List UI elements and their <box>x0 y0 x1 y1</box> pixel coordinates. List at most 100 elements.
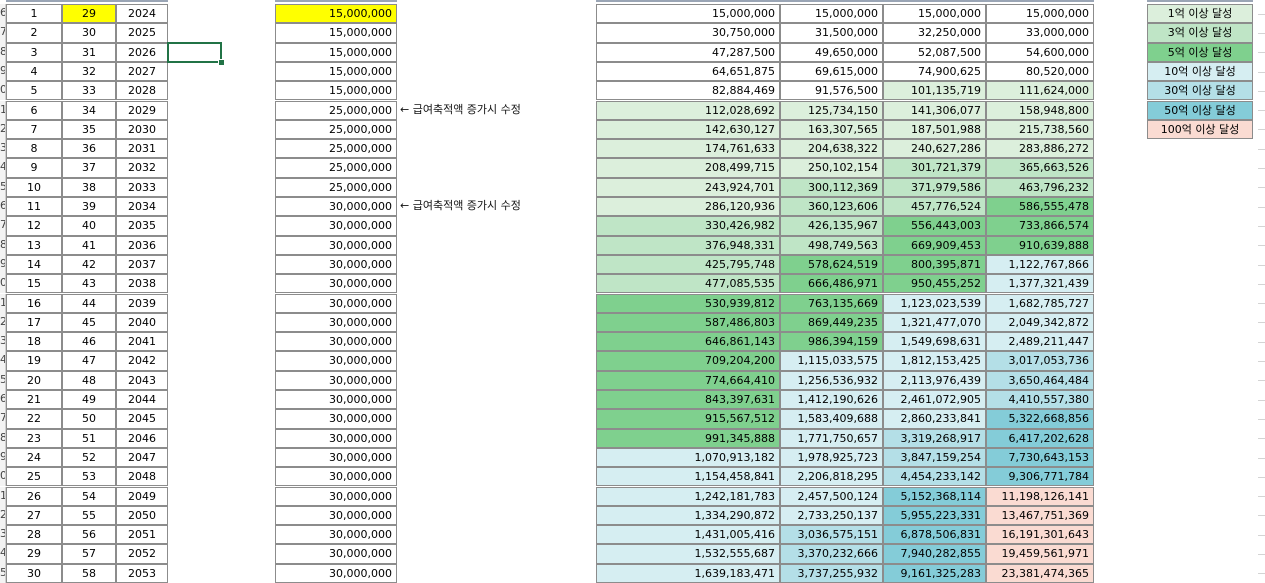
cell-age[interactable]: 48 <box>62 370 116 390</box>
cell-a[interactable]: 208,499,715 <box>596 158 780 178</box>
cell-c[interactable]: 1,123,023,539 <box>883 293 986 313</box>
cell-d[interactable]: 3,017,053,736 <box>986 351 1094 371</box>
cell-n[interactable]: 12 <box>6 216 62 236</box>
cell-year[interactable]: 2038 <box>116 274 168 294</box>
cell-d[interactable]: 23,381,474,365 <box>986 563 1094 583</box>
cell-amount[interactable]: 30,000,000 <box>275 274 397 294</box>
cell-age[interactable]: 47 <box>62 351 116 371</box>
cell-age[interactable]: 44 <box>62 293 116 313</box>
cell-year[interactable]: 2029 <box>116 100 168 120</box>
cell-amount[interactable]: 30,000,000 <box>275 293 397 313</box>
cell-d[interactable]: 111,624,000 <box>986 81 1094 101</box>
cell-a[interactable]: 142,630,127 <box>596 119 780 140</box>
cell-n[interactable]: 20 <box>6 370 62 390</box>
cell-n[interactable]: 2 <box>6 23 62 43</box>
cell-n[interactable]: 9 <box>6 158 62 178</box>
cell-amount[interactable]: 25,000,000 <box>275 139 397 159</box>
cell-n[interactable]: 30 <box>6 563 62 583</box>
cell-age[interactable]: 46 <box>62 332 116 352</box>
cell-a[interactable]: 587,486,803 <box>596 312 780 333</box>
cell-n[interactable]: 5 <box>6 81 62 101</box>
cell-d[interactable]: 80,520,000 <box>986 61 1094 82</box>
cell-age[interactable]: 29 <box>62 4 116 24</box>
cell-c[interactable]: 2,860,233,841 <box>883 409 986 429</box>
cell-age[interactable]: 37 <box>62 158 116 178</box>
cell-age[interactable]: 53 <box>62 467 116 487</box>
cell-amount[interactable]: 30,000,000 <box>275 216 397 236</box>
cell-amount[interactable]: 15,000,000 <box>275 81 397 101</box>
cell-d[interactable]: 5,322,668,856 <box>986 409 1094 429</box>
cell-n[interactable]: 7 <box>6 119 62 140</box>
cell-year[interactable]: 2044 <box>116 390 168 410</box>
cell-a[interactable]: 286,120,936 <box>596 197 780 217</box>
cell-age[interactable]: 34 <box>62 100 116 120</box>
cell-b[interactable]: 31,500,000 <box>780 23 883 43</box>
cell-n[interactable]: 6 <box>6 100 62 120</box>
cell-year[interactable]: 2040 <box>116 312 168 333</box>
cell-n[interactable]: 4 <box>6 61 62 82</box>
cell-d[interactable]: 9,306,771,784 <box>986 467 1094 487</box>
cell-age[interactable]: 39 <box>62 197 116 217</box>
cell-b[interactable]: 3,370,232,666 <box>780 544 883 564</box>
cell-year[interactable]: 2042 <box>116 351 168 371</box>
cell-n[interactable]: 19 <box>6 351 62 371</box>
cell-d[interactable]: 19,459,561,971 <box>986 544 1094 564</box>
cell-d[interactable]: 463,796,232 <box>986 177 1094 197</box>
cell-n[interactable]: 1 <box>6 4 62 24</box>
cell-age[interactable]: 38 <box>62 177 116 197</box>
cell-year[interactable]: 2046 <box>116 428 168 448</box>
cell-d[interactable]: 15,000,000 <box>986 4 1094 24</box>
cell-c[interactable]: 101,135,719 <box>883 81 986 101</box>
cell-year[interactable]: 2053 <box>116 563 168 583</box>
cell-year[interactable]: 2033 <box>116 177 168 197</box>
cell-n[interactable]: 24 <box>6 447 62 468</box>
cell-c[interactable]: 371,979,586 <box>883 177 986 197</box>
cell-a[interactable]: 174,761,633 <box>596 139 780 159</box>
cell-d[interactable]: 586,555,478 <box>986 197 1094 217</box>
cell-c[interactable]: 187,501,988 <box>883 119 986 140</box>
cell-d[interactable]: 215,738,560 <box>986 119 1094 140</box>
cell-age[interactable]: 51 <box>62 428 116 448</box>
cell-a[interactable]: 1,154,458,841 <box>596 467 780 487</box>
cell-d[interactable]: 2,489,211,447 <box>986 332 1094 352</box>
cell-d[interactable]: 283,886,272 <box>986 139 1094 159</box>
cell-b[interactable]: 986,394,159 <box>780 332 883 352</box>
cell-c[interactable]: 32,250,000 <box>883 23 986 43</box>
cell-amount[interactable]: 30,000,000 <box>275 312 397 333</box>
cell-b[interactable]: 49,650,000 <box>780 42 883 62</box>
cell-b[interactable]: 3,737,255,932 <box>780 563 883 583</box>
cell-year[interactable]: 2039 <box>116 293 168 313</box>
cell-a[interactable]: 15,000,000 <box>596 4 780 24</box>
cell-a[interactable]: 243,924,701 <box>596 177 780 197</box>
cell-d[interactable]: 3,650,464,484 <box>986 370 1094 390</box>
cell-c[interactable]: 3,847,159,254 <box>883 447 986 468</box>
cell-d[interactable]: 1,122,767,866 <box>986 254 1094 275</box>
cell-age[interactable]: 43 <box>62 274 116 294</box>
cell-a[interactable]: 1,639,183,471 <box>596 563 780 583</box>
cell-a[interactable]: 47,287,500 <box>596 42 780 62</box>
cell-n[interactable]: 16 <box>6 293 62 313</box>
cell-c[interactable]: 15,000,000 <box>883 4 986 24</box>
cell-year[interactable]: 2024 <box>116 4 168 24</box>
cell-b[interactable]: 300,112,369 <box>780 177 883 197</box>
cell-n[interactable]: 8 <box>6 139 62 159</box>
cell-n[interactable]: 10 <box>6 177 62 197</box>
cell-c[interactable]: 7,940,282,855 <box>883 544 986 564</box>
cell-year[interactable]: 2031 <box>116 139 168 159</box>
cell-age[interactable]: 52 <box>62 447 116 468</box>
cell-n[interactable]: 14 <box>6 254 62 275</box>
cell-amount[interactable]: 30,000,000 <box>275 486 397 506</box>
cell-b[interactable]: 163,307,565 <box>780 119 883 140</box>
cell-age[interactable]: 49 <box>62 390 116 410</box>
cell-c[interactable]: 800,395,871 <box>883 254 986 275</box>
cell-b[interactable]: 498,749,563 <box>780 235 883 255</box>
cell-year[interactable]: 2030 <box>116 119 168 140</box>
cell-d[interactable]: 6,417,202,628 <box>986 428 1094 448</box>
cell-b[interactable]: 666,486,971 <box>780 274 883 294</box>
cell-n[interactable]: 22 <box>6 409 62 429</box>
cell-year[interactable]: 2036 <box>116 235 168 255</box>
cell-b[interactable]: 360,123,606 <box>780 197 883 217</box>
cell-a[interactable]: 425,795,748 <box>596 254 780 275</box>
cell-a[interactable]: 330,426,982 <box>596 216 780 236</box>
cell-age[interactable]: 56 <box>62 525 116 545</box>
